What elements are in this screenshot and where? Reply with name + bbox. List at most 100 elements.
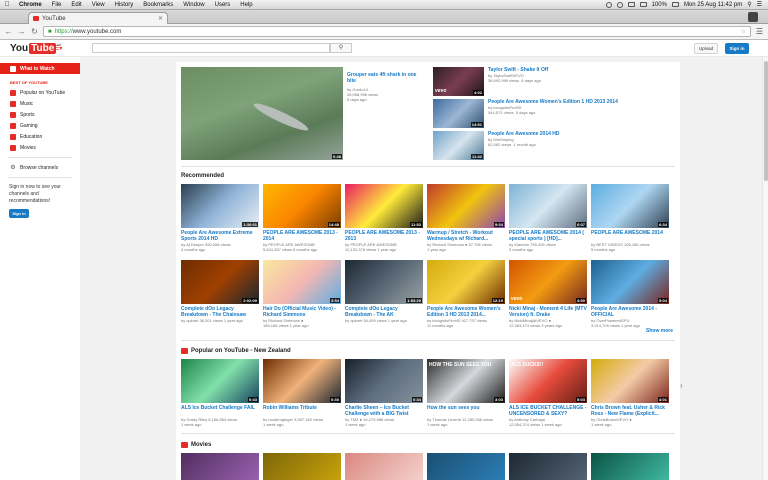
featured-main-thumbnail[interactable]: 0:48: [181, 67, 343, 160]
video-thumbnail[interactable]: 9:34: [427, 184, 505, 228]
menu-users[interactable]: Users: [210, 2, 236, 8]
video-title-link[interactable]: PEOPLE ARE AWESOME 2014: [591, 230, 669, 242]
bookmark-star-icon[interactable]: ☆: [741, 28, 746, 35]
address-bar[interactable]: ■ https:// www.youtube.com ☆: [43, 26, 751, 37]
sidebar-item-what-to-watch[interactable]: What to Watch: [0, 63, 80, 74]
movies-heading[interactable]: Movies: [181, 442, 211, 448]
video-thumbnail[interactable]: [345, 453, 423, 480]
video-thumbnail[interactable]: [181, 453, 259, 480]
video-title-link[interactable]: ALS Ice Bucket Challenge FAIL: [181, 405, 259, 417]
video-title-link[interactable]: Charlie Sheen – Ice Bucket Challenge wit…: [345, 405, 423, 417]
sidebar-item-movies[interactable]: Movies: [0, 142, 80, 153]
reload-icon[interactable]: ↻: [30, 27, 39, 36]
page-scrollbar[interactable]: [762, 57, 768, 480]
sidebar-item-sports[interactable]: Sports: [0, 109, 80, 120]
sidebar-item-popular[interactable]: Popular on YouTube: [0, 87, 80, 98]
video-title-link[interactable]: People Are Awesome Extreme Sports 2014 H…: [181, 230, 259, 242]
close-tab-icon[interactable]: ✕: [158, 15, 163, 22]
forward-icon[interactable]: →: [17, 27, 26, 36]
video-thumbnail[interactable]: 2:02:09: [181, 260, 259, 304]
video-title-link[interactable]: Complete dOo Legacy Breakdown - The Chai…: [181, 306, 259, 318]
shelf-next-arrow-icon[interactable]: ›: [680, 381, 683, 390]
browser-tab-youtube[interactable]: YouTube ✕: [28, 12, 168, 24]
sidebar-signin-button[interactable]: Sign in: [9, 209, 29, 218]
video-thumbnail[interactable]: [427, 453, 505, 480]
video-title-link[interactable]: How the sun sees you: [427, 405, 505, 417]
video-thumbnail[interactable]: vevo 4:50: [509, 260, 587, 304]
video-title-link[interactable]: People Are Awesome Women's Edition 3 HD …: [427, 306, 505, 318]
video-thumbnail[interactable]: 12:19: [427, 260, 505, 304]
menu-edit[interactable]: Edit: [66, 2, 86, 8]
thumbnail-caption: ALS SUCKS!!: [511, 362, 544, 368]
video-card: 5:04 People Are Awesome 2014 - OFFICIAL by…: [591, 260, 669, 328]
video-thumbnail[interactable]: 6:34: [591, 184, 669, 228]
video-thumbnail[interactable]: 1:53:29: [345, 260, 423, 304]
duration-badge: 0:34: [411, 397, 422, 402]
video-thumbnail[interactable]: [509, 453, 587, 480]
url-host: www.youtube.com: [72, 28, 122, 35]
menu-bookmarks[interactable]: Bookmarks: [138, 2, 178, 8]
video-thumbnail[interactable]: 11:42: [433, 131, 484, 160]
video-title-link[interactable]: PEOPLE ARE AWESOME 2013 - 2013: [345, 230, 423, 242]
video-thumbnail[interactable]: 6:07: [509, 184, 587, 228]
battery-icon[interactable]: [671, 2, 679, 7]
video-title-link[interactable]: Robin Williams Tribute: [263, 405, 341, 417]
menu-history[interactable]: History: [110, 2, 139, 8]
video-thumbnail[interactable]: 0:30: [263, 359, 341, 403]
video-thumbnail[interactable]: 14:51: [433, 99, 484, 128]
apple-icon[interactable]: : [0, 1, 14, 8]
video-thumbnail[interactable]: ALS SUCKS!! 5:03: [509, 359, 587, 403]
video-title-link[interactable]: ALS ICE BUCKET CHALLENGE - UNCENSORED & …: [509, 405, 587, 417]
video-title-link[interactable]: People Are Awesome 2014 - OFFICIAL: [591, 306, 669, 318]
recommended-heading[interactable]: Recommended: [181, 173, 224, 179]
clock[interactable]: Mon 25 Aug 11:42 pm: [684, 2, 742, 8]
bluetooth-icon[interactable]: [616, 1, 623, 8]
video-title-link[interactable]: PEOPLE ARE AWESOME 2013 - 2014: [263, 230, 341, 242]
video-title-link[interactable]: Chris Brown feat. Usher & Rick Ross - Ne…: [591, 405, 669, 417]
search-input[interactable]: [92, 43, 330, 53]
sidebar-item-gaming[interactable]: Gaming: [0, 120, 80, 131]
menu-window[interactable]: Window: [178, 2, 209, 8]
time-machine-icon[interactable]: [605, 1, 612, 8]
video-thumbnail[interactable]: 4:01: [591, 359, 669, 403]
video-title-link[interactable]: Nicki Minaj - Moment 4 Life (MTV Version…: [509, 306, 587, 318]
video-thumbnail[interactable]: HOW THE SUN SEES YOU 3:03: [427, 359, 505, 403]
sidebar-item-music[interactable]: Music: [0, 98, 80, 109]
video-thumbnail[interactable]: [263, 453, 341, 480]
search-button[interactable]: ⚲: [330, 43, 352, 53]
scrollbar-thumb[interactable]: [764, 61, 768, 181]
popular-heading[interactable]: Popular on YouTube - New Zealand: [181, 348, 291, 354]
notification-center-icon[interactable]: ☰: [757, 1, 762, 8]
video-thumbnail[interactable]: 14:48: [263, 184, 341, 228]
video-title-link[interactable]: Hair Do (Official Music Video) - Richard…: [263, 306, 341, 318]
menu-view[interactable]: View: [87, 2, 110, 8]
masthead-signin-button[interactable]: Sign in: [725, 43, 749, 54]
video-title-link[interactable]: Warmup / Stretch - Workout Wednesdays w/…: [427, 230, 505, 242]
upload-button[interactable]: Upload: [694, 43, 718, 54]
volume-icon[interactable]: [639, 2, 647, 7]
chrome-menu-icon[interactable]: ☰: [755, 27, 764, 36]
profile-icon[interactable]: [748, 12, 758, 22]
sidebar-item-browse-channels[interactable]: ⚙ Browse channels: [0, 162, 80, 173]
sidebar-item-label: What to Watch: [20, 65, 55, 72]
video-thumbnail[interactable]: 5:04: [591, 260, 669, 304]
wifi-icon[interactable]: [627, 2, 635, 7]
menu-file[interactable]: File: [47, 2, 67, 8]
video-title-link[interactable]: Complete dOo Legacy Breakdown - The AK: [345, 306, 423, 318]
sidebar-item-education[interactable]: Education: [0, 131, 80, 142]
video-thumbnail[interactable]: 11:53: [345, 184, 423, 228]
show-more-link[interactable]: Show more: [646, 328, 673, 334]
guide-menu-icon[interactable]: ☰▾: [54, 45, 62, 52]
video-thumbnail[interactable]: 1:30:01: [181, 184, 259, 228]
video-title-link[interactable]: PEOPLE ARE AWESOME 2014 ( special sports…: [509, 230, 587, 242]
back-icon[interactable]: ←: [4, 27, 13, 36]
video-title-link[interactable]: Grouper eats 4ft shark in one bite: [347, 72, 423, 84]
video-thumbnail[interactable]: 3:54: [263, 260, 341, 304]
video-thumbnail[interactable]: [591, 453, 669, 480]
menu-help[interactable]: Help: [235, 2, 257, 8]
menu-chrome[interactable]: Chrome: [14, 2, 47, 8]
video-thumbnail[interactable]: 0:34: [345, 359, 423, 403]
video-thumbnail[interactable]: 0:43: [181, 359, 259, 403]
video-thumbnail[interactable]: vevo 4:02: [433, 67, 484, 96]
spotlight-icon[interactable]: ⚲: [747, 1, 751, 8]
